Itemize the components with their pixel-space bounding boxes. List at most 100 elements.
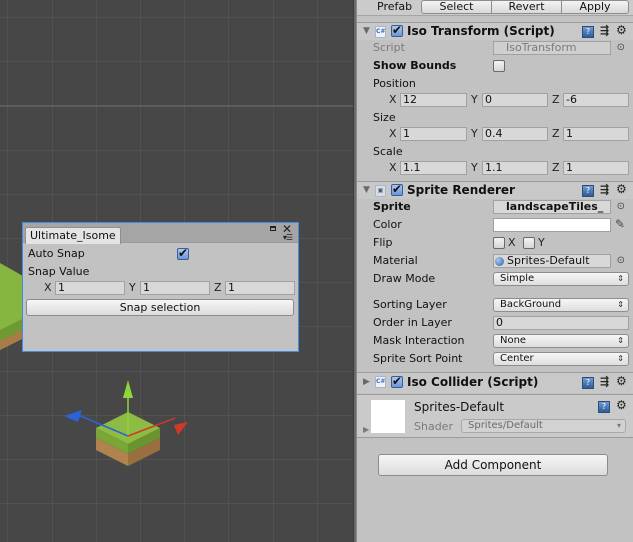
- snap-z-field[interactable]: 1: [225, 281, 295, 295]
- scale-x-field[interactable]: 1.1: [400, 161, 467, 175]
- position-label: Position: [373, 77, 416, 90]
- ultimate-isometric-window[interactable]: Ultimate_Isome ✕ ▾☰ Auto Snap Snap Value…: [22, 222, 299, 352]
- help-icon[interactable]: ?: [582, 377, 594, 389]
- order-in-layer-label: Order in Layer: [373, 316, 452, 329]
- prefab-select-button[interactable]: Select: [421, 0, 492, 14]
- csharp-script-icon: C#: [375, 26, 386, 38]
- grid-line: [0, 150, 353, 151]
- add-component-button[interactable]: Add Component: [378, 454, 608, 476]
- z-arrow-icon[interactable]: [64, 410, 82, 422]
- gear-icon[interactable]: ⚙: [616, 23, 627, 37]
- presets-icon[interactable]: ⇶: [600, 183, 609, 196]
- snap-y-field[interactable]: 1: [140, 281, 210, 295]
- maximize-icon[interactable]: [270, 226, 276, 231]
- sprite-sort-point-label: Sprite Sort Point: [373, 352, 463, 365]
- sprite-label: Sprite: [373, 200, 411, 213]
- scene-view[interactable]: Ultimate_Isome ✕ ▾☰ Auto Snap Snap Value…: [0, 0, 353, 542]
- foldout-expanded-icon[interactable]: ▼: [363, 26, 370, 36]
- prefab-revert-button[interactable]: Revert: [491, 0, 562, 14]
- window-menu-icon[interactable]: ▾☰: [283, 234, 293, 242]
- snap-selection-button[interactable]: Snap selection: [26, 299, 294, 316]
- scale-y-field[interactable]: 1.1: [482, 161, 548, 175]
- iso-collider-header[interactable]: ▶ C# Iso Collider (Script) ? ⇶ ⚙: [357, 372, 633, 393]
- order-in-layer-field[interactable]: 0: [493, 316, 629, 330]
- material-section[interactable]: ▶ Sprites-Default Shader Sprites/Default…: [357, 394, 633, 438]
- material-preview-thumbnail: [371, 400, 405, 433]
- script-label: Script: [373, 41, 405, 54]
- flip-x-checkbox[interactable]: [493, 237, 505, 249]
- material-sphere-icon: [495, 257, 504, 266]
- sprite-renderer-enabled-checkbox[interactable]: [391, 182, 403, 196]
- object-picker-icon[interactable]: ⊙: [617, 255, 625, 266]
- iso-transform-header[interactable]: ▼ C# Iso Transform (Script) ? ⇶ ⚙: [357, 22, 633, 40]
- y-arrow-icon[interactable]: [123, 380, 133, 398]
- material-field[interactable]: Sprites-Default: [493, 254, 611, 268]
- scale-label: Scale: [373, 145, 403, 158]
- foldout-collapsed-icon[interactable]: ▶: [363, 377, 370, 387]
- shader-dropdown[interactable]: Sprites/Default ▾: [461, 419, 626, 433]
- size-y-field[interactable]: 0.4: [482, 127, 548, 141]
- updown-arrow-icon: ⇕: [617, 300, 624, 309]
- object-picker-icon[interactable]: ⊙: [617, 201, 625, 212]
- iso-collider-title: Iso Collider (Script): [407, 375, 539, 389]
- sprite-field[interactable]: landscapeTiles_: [493, 200, 611, 214]
- iso-collider-enabled-checkbox[interactable]: [391, 374, 403, 388]
- gear-icon[interactable]: ⚙: [616, 398, 627, 412]
- help-icon[interactable]: ?: [582, 26, 594, 38]
- iso-transform-enabled-checkbox[interactable]: [391, 23, 403, 37]
- snap-x-field[interactable]: 1: [55, 281, 125, 295]
- draw-mode-dropdown[interactable]: Simple ⇕: [493, 272, 629, 286]
- gear-icon[interactable]: ⚙: [616, 182, 627, 196]
- size-z-field[interactable]: 1: [563, 127, 629, 141]
- grid-line: [0, 61, 353, 62]
- snap-z-label: Z: [214, 281, 222, 294]
- eyedropper-icon[interactable]: ✎: [615, 217, 625, 231]
- prefab-label: Prefab: [377, 0, 413, 13]
- updown-arrow-icon: ⇕: [617, 336, 624, 345]
- size-y-label: Y: [471, 127, 478, 140]
- x-arrow-icon[interactable]: [174, 422, 188, 435]
- position-y-field[interactable]: 0: [482, 93, 548, 107]
- position-x-field[interactable]: 12: [400, 93, 467, 107]
- script-field[interactable]: IsoTransform: [493, 41, 611, 55]
- auto-snap-checkbox[interactable]: [177, 246, 189, 260]
- mask-interaction-label: Mask Interaction: [373, 334, 465, 347]
- material-label: Material: [373, 254, 418, 267]
- prefab-apply-button[interactable]: Apply: [561, 0, 629, 14]
- sprite-sort-point-dropdown[interactable]: Center ⇕: [493, 352, 629, 366]
- show-bounds-checkbox[interactable]: [493, 60, 505, 72]
- sprite-renderer-header[interactable]: ▼ ▣ Sprite Renderer ? ⇶ ⚙: [357, 181, 633, 199]
- selected-iso-tile[interactable]: [60, 370, 200, 480]
- presets-icon[interactable]: ⇶: [600, 375, 609, 388]
- object-picker-icon[interactable]: ⊙: [617, 42, 625, 53]
- prefab-bar: Prefab Select Revert Apply: [357, 0, 633, 16]
- snap-y-label: Y: [129, 281, 136, 294]
- position-z-field[interactable]: -6: [563, 93, 629, 107]
- snap-x-label: X: [44, 281, 52, 294]
- foldout-expanded-icon[interactable]: ▼: [363, 185, 370, 195]
- draw-mode-value: Simple: [500, 273, 535, 284]
- foldout-collapsed-icon[interactable]: ▶: [363, 425, 369, 434]
- color-field[interactable]: [493, 218, 611, 232]
- mask-interaction-dropdown[interactable]: None ⇕: [493, 334, 629, 348]
- flip-y-checkbox[interactable]: [523, 237, 535, 249]
- help-icon[interactable]: ?: [582, 185, 594, 197]
- grid-line: [0, 17, 353, 18]
- inspector-panel: Prefab Select Revert Apply ▼ C# Iso Tran…: [357, 0, 633, 542]
- help-icon[interactable]: ?: [598, 401, 610, 413]
- presets-icon[interactable]: ⇶: [600, 24, 609, 37]
- mask-interaction-value: None: [500, 335, 527, 346]
- sprite-renderer-icon: ▣: [375, 185, 386, 197]
- gear-icon[interactable]: ⚙: [616, 374, 627, 388]
- window-tab[interactable]: Ultimate_Isome: [25, 227, 121, 244]
- position-z-label: Z: [552, 93, 560, 106]
- flip-x-label: X: [508, 236, 516, 249]
- grid-line: [0, 105, 353, 107]
- sorting-layer-dropdown[interactable]: BackGround ⇕: [493, 298, 629, 312]
- size-z-label: Z: [552, 127, 560, 140]
- flip-label: Flip: [373, 236, 393, 249]
- scale-z-field[interactable]: 1: [563, 161, 629, 175]
- grid-line: [0, 503, 353, 504]
- shader-label: Shader: [414, 420, 453, 433]
- size-x-field[interactable]: 1: [400, 127, 467, 141]
